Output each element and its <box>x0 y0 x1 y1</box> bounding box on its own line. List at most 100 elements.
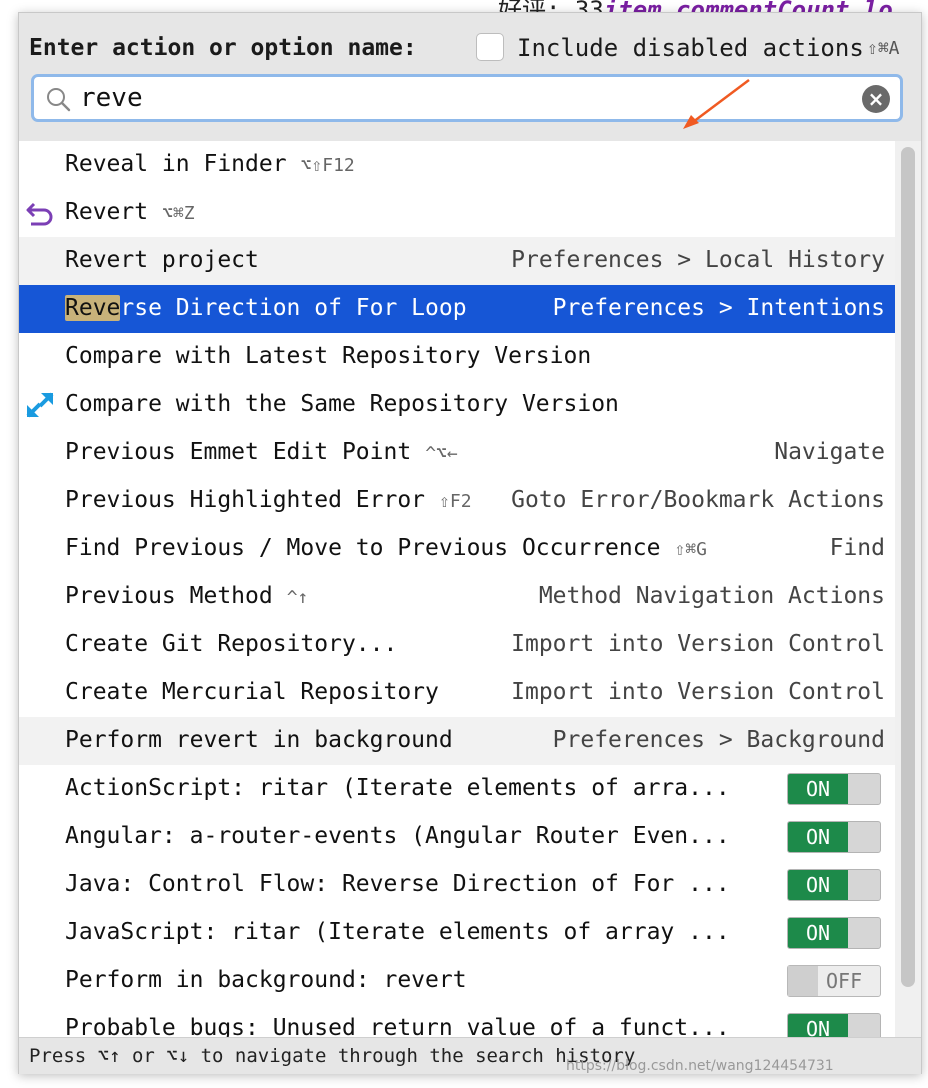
action-row[interactable]: Create Git Repository... Import into Vers… <box>19 621 895 669</box>
result-name-text: JavaScript: ritar (Iterate elements of a… <box>65 919 730 945</box>
option-row[interactable]: Angular: a-router-events (Angular Router… <box>19 813 895 861</box>
result-name: Create Mercurial Repository <box>65 679 439 705</box>
action-row[interactable]: Find Previous / Move to Previous Occurre… <box>19 525 895 573</box>
result-name-text: Revert project <box>65 247 259 273</box>
revert-icon <box>26 202 53 226</box>
result-name: Perform revert in background <box>65 727 453 753</box>
result-shortcut: ⇧F2 <box>439 491 472 512</box>
scrollbar-thumb[interactable] <box>901 147 915 987</box>
result-shortcut: ^⌥← <box>425 443 458 464</box>
result-name: Find Previous / Move to Previous Occurre… <box>65 535 707 561</box>
result-name: Java: Control Flow: Reverse Direction of… <box>65 871 730 897</box>
option-row[interactable]: Perform in background: revert OFF <box>19 957 895 1005</box>
search-icon <box>47 88 71 112</box>
include-disabled-label[interactable]: Include disabled actions <box>517 34 864 62</box>
toggle-label: OFF <box>826 969 863 993</box>
result-name: Revert ⌥⌘Z <box>65 199 195 225</box>
result-name-text: Compare with Latest Repository Version <box>65 343 592 369</box>
action-row[interactable]: Compare with Latest Repository Version <box>19 333 895 381</box>
result-category: Import into Version Control <box>511 631 885 657</box>
action-row[interactable]: Compare with the Same Repository Version <box>19 381 895 429</box>
result-category: Preferences > Local History <box>511 247 885 273</box>
option-row[interactable]: Probable bugs: Unused return value of a … <box>19 1005 895 1037</box>
result-name: Angular: a-router-events (Angular Router… <box>65 823 730 849</box>
result-category: Find <box>829 535 885 561</box>
prompt-label: Enter action or option name: <box>29 35 417 61</box>
result-name: Previous Emmet Edit Point ^⌥← <box>65 439 458 465</box>
toggle-label: ON <box>788 918 848 948</box>
result-name: Previous Highlighted Error ⇧F2 <box>65 487 472 513</box>
option-toggle[interactable]: ON <box>787 773 881 805</box>
result-name-text: ActionScript: ritar (Iterate elements of… <box>65 775 730 801</box>
result-name-text: Compare with the Same Repository Version <box>65 391 619 417</box>
result-name-text: Perform revert in background <box>65 727 453 753</box>
clear-search-button[interactable]: × <box>862 85 890 113</box>
action-row[interactable]: Revert ⌥⌘Z <box>19 189 895 237</box>
result-category: Preferences > Background <box>552 727 885 753</box>
search-box[interactable]: × <box>31 74 903 122</box>
action-row[interactable]: Revert project Preferences > Local Histor… <box>19 237 895 285</box>
result-name-text: Angular: a-router-events (Angular Router… <box>65 823 730 849</box>
result-name-text: Probable bugs: Unused return value of a … <box>65 1015 730 1037</box>
option-toggle[interactable]: ON <box>787 917 881 949</box>
action-row[interactable]: Perform revert in background Preferences … <box>19 717 895 765</box>
result-name-text: Find Previous / Move to Previous Occurre… <box>65 535 661 561</box>
result-shortcut: ⌥⇧F12 <box>300 155 355 176</box>
option-row[interactable]: JavaScript: ritar (Iterate elements of a… <box>19 909 895 957</box>
result-category: Navigate <box>774 439 885 465</box>
result-name: JavaScript: ritar (Iterate elements of a… <box>65 919 730 945</box>
popup-header: Enter action or option name: Include dis… <box>19 13 921 141</box>
result-name-text: Create Git Repository... <box>65 631 398 657</box>
option-toggle[interactable]: ON <box>787 1013 881 1037</box>
result-category: Import into Version Control <box>511 679 885 705</box>
result-name-text: Previous Emmet Edit Point <box>65 439 412 465</box>
result-name: Compare with Latest Repository Version <box>65 343 591 369</box>
toggle-label: ON <box>788 1014 848 1037</box>
watermark: https://blog.csdn.net/wang124454731 <box>566 1058 834 1074</box>
result-name-text: Revert <box>65 199 149 225</box>
result-name-text: Previous Highlighted Error <box>65 487 426 513</box>
action-row[interactable]: Create Mercurial Repository Import into V… <box>19 669 895 717</box>
toggle-knob <box>788 966 818 996</box>
result-shortcut: ⇧⌘G <box>674 539 707 560</box>
compare-arrows-icon <box>26 392 54 418</box>
results-scrollbar[interactable] <box>895 141 921 1037</box>
result-category: Goto Error/Bookmark Actions <box>511 487 885 513</box>
option-toggle[interactable]: ON <box>787 869 881 901</box>
toggle-label: ON <box>788 822 848 852</box>
option-toggle[interactable]: OFF <box>787 965 881 997</box>
action-row[interactable]: Reveal in Finder ⌥⇧F12 <box>19 141 895 189</box>
result-name-text: Create Mercurial Repository <box>65 679 439 705</box>
action-row[interactable]: Reverse Direction of For Loop Preferences… <box>19 285 895 333</box>
result-name: Probable bugs: Unused return value of a … <box>65 1015 730 1037</box>
result-shortcut: ^↑ <box>286 587 309 608</box>
toggle-label: ON <box>788 774 848 804</box>
result-name: Create Git Repository... <box>65 631 397 657</box>
results-list[interactable]: Reveal in Finder ⌥⇧F12 Revert ⌥⌘Z Revert pro… <box>19 141 895 1037</box>
action-row[interactable]: Previous Emmet Edit Point ^⌥← Navigate <box>19 429 895 477</box>
option-row[interactable]: ActionScript: ritar (Iterate elements of… <box>19 765 895 813</box>
result-name: Previous Method ^↑ <box>65 583 308 609</box>
action-row[interactable]: Previous Method ^↑ Method Navigation Actio… <box>19 573 895 621</box>
result-name-text: Perform in background: revert <box>65 967 467 993</box>
result-name: ActionScript: ritar (Iterate elements of… <box>65 775 730 801</box>
result-name-rest: rse Direction of For Loop <box>120 295 467 321</box>
include-disabled-shortcut: ⇧⌘A <box>867 38 900 59</box>
result-name-text: Java: Control Flow: Reverse Direction of… <box>65 871 730 897</box>
option-toggle[interactable]: ON <box>787 821 881 853</box>
result-name-text: Previous Method <box>65 583 273 609</box>
result-name: Compare with the Same Repository Version <box>65 391 619 417</box>
annotation-arrow-icon <box>683 79 750 129</box>
status-text: Press ⌥↑ or ⌥↓ to navigate through the s… <box>29 1045 636 1067</box>
result-name: Reverse Direction of For Loop <box>65 295 467 321</box>
find-action-popup: Enter action or option name: Include dis… <box>18 12 922 1074</box>
result-name: Reveal in Finder ⌥⇧F12 <box>65 151 355 177</box>
result-shortcut: ⌥⌘Z <box>162 203 195 224</box>
toggle-label: ON <box>788 870 848 900</box>
action-row[interactable]: Previous Highlighted Error ⇧F2 Goto Error/… <box>19 477 895 525</box>
option-row[interactable]: Java: Control Flow: Reverse Direction of… <box>19 861 895 909</box>
include-disabled-checkbox[interactable] <box>476 33 504 61</box>
result-name: Revert project <box>65 247 259 273</box>
result-category: Method Navigation Actions <box>538 583 885 609</box>
result-name-text: Reveal in Finder <box>65 151 287 177</box>
